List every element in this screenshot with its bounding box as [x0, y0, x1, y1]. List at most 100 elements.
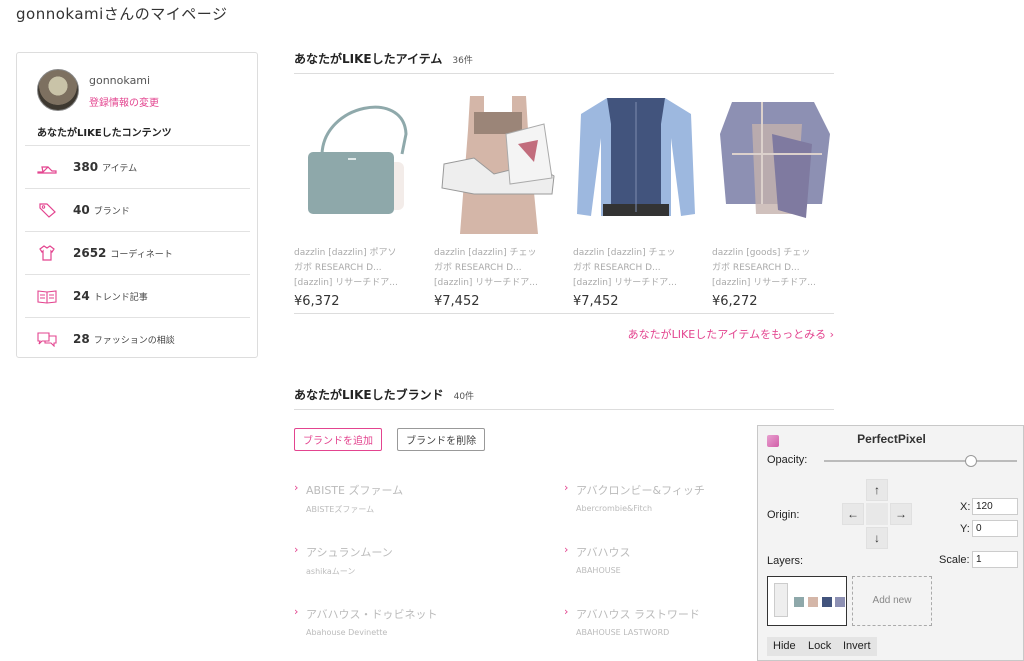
item-name: ガボ RESEARCH D...: [434, 263, 522, 273]
chat-bubble-icon: [37, 331, 57, 347]
section-title: あなたがLIKEしたブランド: [294, 388, 444, 402]
sidebar-item-label: トレンド記事: [93, 293, 148, 303]
brand-buttons: ブランドを追加 ブランドを削除: [294, 428, 834, 451]
item-card[interactable]: dazzlin [goods] チェッ ガボ RESEARCH D... [da…: [712, 94, 837, 309]
scale-input[interactable]: [972, 551, 1018, 568]
perfectpixel-panel: PerfectPixel Opacity: Origin: ↑ ← → ↓ X:…: [757, 425, 1024, 661]
sidebar-item-label: ブランド: [93, 207, 130, 217]
profile: gonnokami 登録情報の変更: [37, 69, 247, 113]
more-items-label: あなたがLIKEしたアイテムをもっとみる: [627, 328, 827, 341]
item-name: ガボ RESEARCH D...: [294, 263, 382, 273]
sidebar-item-fashion-consult[interactable]: 28 ファッションの相談: [25, 317, 250, 360]
sidebar-count: 24: [73, 289, 90, 303]
opacity-slider-thumb[interactable]: [965, 455, 977, 467]
avatar[interactable]: [37, 69, 79, 111]
brand-item[interactable]: アシュランムーン ashikaムーン: [294, 543, 534, 577]
brand-sub: Abahouse Devinette: [306, 628, 388, 637]
origin-center: [866, 503, 888, 525]
item-image[interactable]: [573, 94, 698, 234]
sidebar-item-label: ファッションの相談: [93, 336, 175, 346]
scale-label: Scale:: [939, 554, 970, 566]
brand-name: アシュランムーン: [294, 543, 534, 560]
hide-button[interactable]: Hide: [767, 637, 802, 656]
item-name: [dazzlin] リサーチドア...: [712, 278, 816, 288]
arrow-up-button[interactable]: ↑: [866, 479, 888, 501]
add-layer-button[interactable]: Add new: [852, 576, 932, 626]
item-image[interactable]: [712, 94, 837, 234]
item-price: ¥6,272: [712, 294, 758, 309]
item-card[interactable]: dazzlin [dazzlin] ポアソ ガボ RESEARCH D... […: [294, 94, 419, 309]
liked-items-grid: dazzlin [dazzlin] ポアソ ガボ RESEARCH D... […: [294, 74, 834, 314]
y-input[interactable]: [972, 520, 1018, 537]
contents-heading: あなたがLIKEしたコンテンツ: [37, 128, 172, 139]
sidebar: gonnokami 登録情報の変更 あなたがLIKEしたコンテンツ 380 アイテ…: [16, 52, 258, 358]
layers-label: Layers:: [767, 555, 804, 567]
item-price: ¥6,372: [294, 294, 340, 309]
sidebar-item-label: アイテム: [102, 164, 138, 174]
brand-name: ABISTE ズファーム: [294, 481, 534, 498]
sidebar-item-brands[interactable]: 40 ブランド: [25, 188, 250, 231]
section-count: 36件: [452, 56, 473, 66]
sidebar-item-label: コーディネート: [110, 250, 173, 260]
perfectpixel-title: PerfectPixel: [857, 432, 926, 446]
item-name: ガボ RESEARCH D...: [712, 263, 800, 273]
sidebar-item-coordinates[interactable]: 2652 コーディネート: [25, 231, 250, 274]
arrow-down-button[interactable]: ↓: [866, 527, 888, 549]
section-count: 40件: [453, 392, 475, 402]
item-name: [dazzlin] リサーチドア...: [434, 278, 538, 288]
item-name: [dazzlin] リサーチドア...: [573, 278, 677, 288]
y-label: Y:: [960, 523, 970, 535]
tag-icon: [37, 202, 57, 218]
layer-thumbnail[interactable]: [767, 576, 847, 626]
brand-name: アバハウス・ドゥビネット: [294, 605, 534, 622]
arrow-left-button[interactable]: ←: [842, 503, 864, 525]
item-price: ¥7,452: [434, 294, 480, 309]
chevron-right-icon: ›: [829, 328, 834, 341]
sidebar-menu: 380 アイテム 40 ブランド 2652 コーディネート 24 トレンド記事 28 ファ…: [25, 145, 250, 360]
page-title: gonnokamiさんのマイページ: [16, 5, 228, 23]
invert-button[interactable]: Invert: [837, 637, 877, 656]
brand-item[interactable]: アバハウス・ドゥビネット Abahouse Devinette: [294, 605, 534, 637]
magazine-icon: [37, 288, 57, 304]
edit-profile-link[interactable]: 登録情報の変更: [89, 94, 159, 109]
item-name: [dazzlin] リサーチドア...: [294, 278, 398, 288]
sidebar-item-trend-articles[interactable]: 24 トレンド記事: [25, 274, 250, 317]
heel-shoe-icon: [37, 159, 57, 175]
x-input[interactable]: [972, 498, 1018, 515]
item-name: dazzlin [dazzlin] ポアソ: [294, 248, 397, 258]
item-name: dazzlin [dazzlin] チェッ: [573, 248, 676, 258]
opacity-label: Opacity:: [767, 454, 808, 466]
main-content: あなたがLIKEしたアイテム 36件 dazzlin [dazzlin] ポアソ …: [294, 50, 834, 637]
add-brand-button[interactable]: ブランドを追加: [294, 428, 382, 451]
item-name: dazzlin [dazzlin] チェッ: [434, 248, 537, 258]
sidebar-count: 2652: [73, 246, 107, 260]
more-items-link[interactable]: あなたがLIKEしたアイテムをもっとみる ›: [628, 326, 834, 342]
brand-item[interactable]: ABISTE ズファーム ABISTEズファーム: [294, 481, 534, 515]
section-title: あなたがLIKEしたアイテム: [294, 52, 443, 66]
liked-items-heading: あなたがLIKEしたアイテム 36件: [294, 50, 834, 74]
outfit-icon: [37, 245, 57, 261]
remove-brand-button[interactable]: ブランドを削除: [397, 428, 486, 451]
sidebar-count: 380: [73, 160, 99, 174]
item-card[interactable]: dazzlin [dazzlin] チェッ ガボ RESEARCH D... […: [434, 94, 559, 309]
brand-list: ABISTE ズファーム ABISTEズファーム アバクロンビー&フィッチ Ab…: [294, 462, 834, 661]
brand-sub: ABISTEズファーム: [306, 505, 375, 514]
lock-button[interactable]: Lock: [802, 637, 838, 656]
brand-sub: ashikaムーン: [306, 567, 356, 576]
item-price: ¥7,452: [573, 294, 619, 309]
liked-brands-heading: あなたがLIKEしたブランド 40件: [294, 386, 834, 410]
item-image[interactable]: [434, 94, 559, 234]
username: gonnokami: [89, 74, 151, 87]
sidebar-count: 40: [73, 203, 90, 217]
x-label: X:: [960, 501, 971, 513]
sidebar-item-items[interactable]: 380 アイテム: [25, 145, 250, 188]
opacity-slider[interactable]: [824, 455, 1017, 467]
item-name: dazzlin [goods] チェッ: [712, 248, 811, 258]
item-image[interactable]: [294, 94, 419, 234]
liked-brands-section: あなたがLIKEしたブランド 40件 ブランドを追加 ブランドを削除 ABISTE…: [294, 386, 834, 661]
origin-label: Origin:: [767, 509, 800, 521]
sidebar-count: 28: [73, 332, 90, 346]
item-card[interactable]: dazzlin [dazzlin] チェッ ガボ RESEARCH D... […: [573, 94, 698, 309]
arrow-right-button[interactable]: →: [890, 503, 912, 525]
item-name: ガボ RESEARCH D...: [573, 263, 661, 273]
